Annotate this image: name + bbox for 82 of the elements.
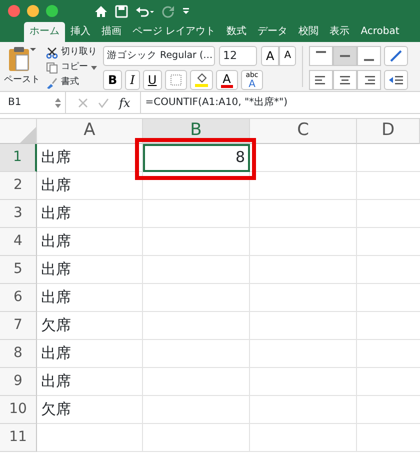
font-size-field[interactable]: 12: [219, 46, 257, 66]
ribbon-tab[interactable]: ページ レイアウト: [127, 22, 222, 42]
clipboard-icon[interactable]: [8, 46, 30, 72]
row-header[interactable]: 9: [0, 368, 37, 396]
underline-button[interactable]: U: [142, 70, 162, 90]
column-header[interactable]: D: [357, 119, 420, 144]
scissors-icon: [46, 47, 58, 59]
ribbon-tab[interactable]: ホーム: [24, 22, 65, 42]
name-box[interactable]: B1: [0, 92, 66, 113]
table-cell: 出席: [37, 228, 143, 256]
table-cell: 出席: [37, 368, 143, 396]
cut-button[interactable]: 切り取り: [46, 46, 97, 60]
table-cell: 欠席: [37, 396, 143, 424]
undo-icon[interactable]: [135, 4, 155, 18]
align-lines-icon: [363, 74, 376, 86]
copy-button[interactable]: コピー: [46, 61, 97, 75]
ribbon-tab[interactable]: 校閲: [293, 22, 324, 42]
table-cell: 出席: [37, 256, 143, 284]
name-box-value: B1: [8, 96, 22, 110]
table-cell: 出席: [37, 200, 143, 228]
italic-button[interactable]: I: [125, 70, 140, 90]
check-icon[interactable]: [98, 98, 109, 108]
row-header[interactable]: 5: [0, 256, 37, 284]
ribbon-tab[interactable]: Acrobat: [355, 22, 402, 42]
align-center-button[interactable]: [333, 70, 358, 90]
bottom-align-button[interactable]: [357, 46, 382, 66]
paint-bucket-icon: [194, 73, 208, 87]
caret-icon: [91, 66, 97, 70]
grow-font-button[interactable]: A: [261, 46, 280, 66]
corner-triangle-icon: [20, 127, 36, 143]
decrease-indent-button[interactable]: [384, 70, 408, 90]
align-right-button[interactable]: [357, 70, 382, 90]
formula-field[interactable]: =COUNTIF(A1:A10, "*出席*"): [140, 92, 420, 113]
ribbon-tab[interactable]: 数式: [221, 22, 252, 42]
paste-button[interactable]: ペースト: [4, 74, 40, 88]
borders-button[interactable]: [164, 70, 187, 90]
align-lines-icon: [315, 74, 328, 86]
row-header[interactable]: 11: [0, 424, 37, 452]
font-color-button[interactable]: A: [216, 70, 238, 90]
ribbon-tab[interactable]: 描画: [96, 22, 127, 42]
customize-caret-icon[interactable]: [182, 7, 190, 15]
minimize-button[interactable]: [27, 5, 39, 17]
copy-icon: [46, 62, 58, 74]
indent-icon: [389, 74, 404, 86]
zoom-button[interactable]: [46, 5, 58, 17]
save-icon[interactable]: [115, 4, 128, 18]
middle-align-button[interactable]: [333, 46, 358, 66]
brush-icon: [46, 77, 58, 89]
column-header[interactable]: A: [37, 119, 143, 144]
stepper-icon[interactable]: [55, 96, 61, 108]
row-header[interactable]: 2: [0, 172, 37, 200]
ribbon-tab[interactable]: 挿入: [65, 22, 96, 42]
fill-color-button[interactable]: [190, 70, 213, 90]
row-header[interactable]: 4: [0, 228, 37, 256]
table-cell: 出席: [37, 172, 143, 200]
row-header[interactable]: 7: [0, 312, 37, 340]
bold-button[interactable]: B: [103, 70, 122, 90]
ribbon-tab[interactable]: 表示: [324, 22, 356, 42]
shrink-font-button[interactable]: A: [279, 46, 296, 66]
orientation-button[interactable]: [384, 46, 408, 66]
top-align-button[interactable]: [309, 46, 334, 66]
column-header[interactable]: C: [250, 119, 357, 144]
borders-icon: [170, 74, 182, 86]
row-header[interactable]: 6: [0, 284, 37, 312]
align-left-button[interactable]: [309, 70, 334, 90]
row-header[interactable]: 3: [0, 200, 37, 228]
table-cell: 出席: [37, 144, 143, 172]
font-name-field[interactable]: 游ゴシック Regular (…: [103, 46, 215, 66]
ribbon-tab[interactable]: データ: [252, 22, 294, 42]
insert-function-button[interactable]: fx: [119, 94, 130, 112]
align-lines-icon: [339, 74, 352, 86]
format-painter-button[interactable]: 書式: [46, 76, 97, 90]
table-cell: 出席: [37, 284, 143, 312]
table-cell: 出席: [37, 340, 143, 368]
table-cell: 8: [143, 144, 250, 172]
caret-icon[interactable]: [30, 46, 36, 52]
angled-text-icon: [389, 49, 404, 63]
home-icon[interactable]: [94, 4, 108, 18]
table-cell: 欠席: [37, 312, 143, 340]
row-header[interactable]: 8: [0, 340, 37, 368]
row-header[interactable]: 1: [0, 144, 37, 172]
row-header[interactable]: 10: [0, 396, 37, 424]
